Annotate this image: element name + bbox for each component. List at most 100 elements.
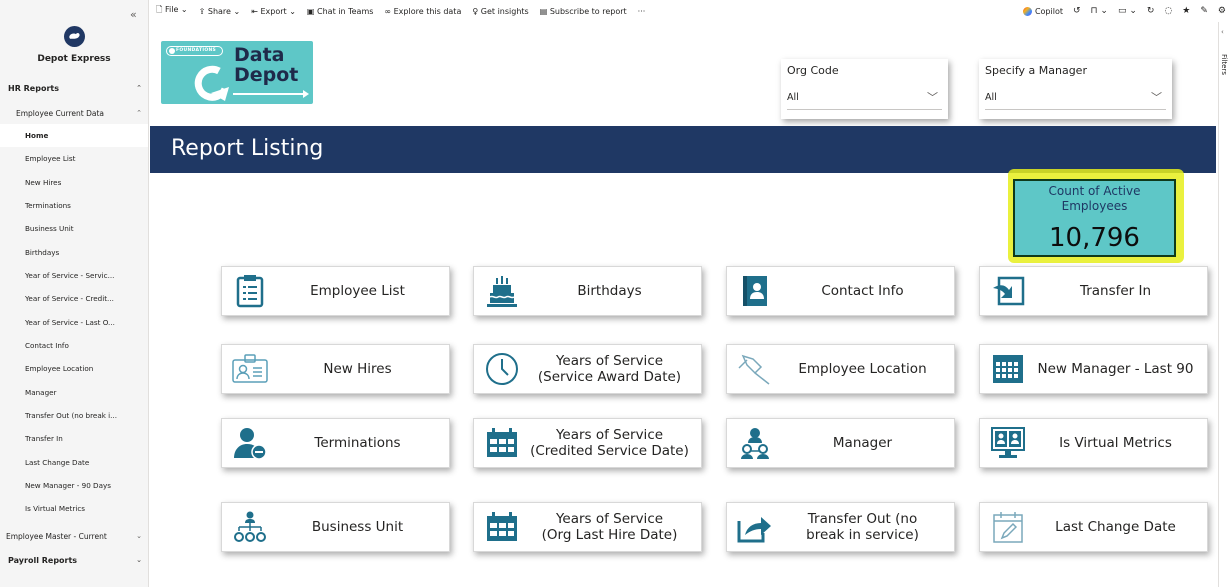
chevron-down-icon: ⌄ xyxy=(233,6,241,16)
chevron-down-icon: ⌄ xyxy=(180,5,188,14)
nav-item-business-unit[interactable]: Business Unit xyxy=(0,217,148,240)
tile-yos-service-award[interactable]: Years of Service (Service Award Date) xyxy=(473,344,702,394)
chat-in-teams-button[interactable]: ▣ Chat in Teams xyxy=(307,7,374,16)
tile-label: Manager xyxy=(832,435,893,451)
nav-item-new-hires[interactable]: New Hires xyxy=(0,171,148,194)
subscribe-button[interactable]: ▤ Subscribe to report xyxy=(540,7,627,16)
nav-item-yos-last[interactable]: Year of Service - Last O... xyxy=(0,311,148,334)
report-listing-banner: Report Listing xyxy=(150,126,1216,173)
tile-label: Years of Service (Credited Service Date) xyxy=(530,427,689,459)
tile-new-hires[interactable]: New Hires xyxy=(221,344,450,394)
nav-item-yos-credited[interactable]: Year of Service - Credit... xyxy=(0,287,148,310)
copilot-button[interactable]: Copilot xyxy=(1022,6,1063,16)
app-name: Depot Express xyxy=(37,54,111,64)
settings-icon[interactable]: ⚙ xyxy=(1218,6,1226,16)
collapse-nav-icon[interactable]: « xyxy=(130,8,137,21)
reset-icon[interactable]: ↺ xyxy=(1073,6,1081,16)
calendar-icon xyxy=(480,421,524,465)
tile-label: Business Unit xyxy=(311,519,404,535)
tile-yos-credited[interactable]: Years of Service (Credited Service Date) xyxy=(473,418,702,468)
foundations-badge: FOUNDATIONS xyxy=(166,46,223,56)
nav-item-transfer-out[interactable]: Transfer Out (no break i... xyxy=(0,404,148,427)
more-options-button[interactable]: ··· xyxy=(638,7,646,16)
cake-icon xyxy=(480,269,524,313)
nav-item-employee-location[interactable]: Employee Location xyxy=(0,357,148,380)
org-chart-icon xyxy=(228,505,272,549)
tile-label: Terminations xyxy=(314,435,401,451)
chevron-up-icon: ⌃ xyxy=(136,84,142,92)
chevron-down-icon: ⌄ xyxy=(136,532,142,540)
org-code-value: All xyxy=(787,92,799,103)
tile-new-manager[interactable]: New Manager - Last 90 xyxy=(979,344,1208,394)
expand-filters-icon[interactable]: ‹ xyxy=(1221,28,1224,36)
chevron-down-icon[interactable]: ﹀ xyxy=(1151,89,1162,105)
file-icon: 🗋 xyxy=(156,5,163,14)
nav-section-payroll-reports[interactable]: Payroll Reports ⌄ xyxy=(8,556,142,565)
export-menu[interactable]: ⇤ Export ⌄ xyxy=(251,7,296,16)
explore-data-button[interactable]: ∞ Explore this data xyxy=(384,7,461,16)
transfer-in-icon xyxy=(986,269,1030,313)
refresh-arrow-logo-icon xyxy=(194,65,309,101)
tile-label: Transfer Out (no break in service) xyxy=(806,511,919,543)
get-insights-button[interactable]: ♀ Get insights xyxy=(472,7,528,16)
manager-slicer[interactable]: Specify a Manager All ﹀ xyxy=(979,59,1172,119)
nav-item-manager[interactable]: Manager xyxy=(0,381,148,404)
chevron-down-icon: ⌄ xyxy=(289,6,296,16)
tile-is-virtual-metrics[interactable]: Is Virtual Metrics xyxy=(979,418,1208,468)
nav-section-employee-master[interactable]: Employee Master - Current ⌄ xyxy=(6,532,142,541)
nav-item-is-virtual[interactable]: Is Virtual Metrics xyxy=(0,497,148,520)
left-nav: « Depot Express HR Reports ⌃ Employee Cur… xyxy=(0,0,149,587)
tile-terminations[interactable]: Terminations xyxy=(221,418,450,468)
tile-employee-location[interactable]: Employee Location xyxy=(726,344,955,394)
copilot-icon xyxy=(1022,6,1032,16)
monitor-users-icon xyxy=(986,421,1030,465)
tile-last-change-date[interactable]: Last Change Date xyxy=(979,502,1208,552)
edit-pencil-icon[interactable]: ✎ xyxy=(1200,6,1208,16)
tile-birthdays[interactable]: Birthdays xyxy=(473,266,702,316)
nav-section-employee-current-data[interactable]: Employee Current Data ⌃ xyxy=(16,109,142,118)
tile-contact-info[interactable]: Contact Info xyxy=(726,266,955,316)
org-code-slicer[interactable]: Org Code All ﹀ xyxy=(781,59,948,119)
nav-item-birthdays[interactable]: Birthdays xyxy=(0,241,148,264)
tile-business-unit[interactable]: Business Unit xyxy=(221,502,450,552)
teams-icon: ▣ xyxy=(306,6,315,16)
share-menu[interactable]: ⇪ Share ⌄ xyxy=(199,7,241,16)
user-remove-icon xyxy=(228,421,272,465)
active-employees-card: Count of Active Employees 10,796 xyxy=(1013,179,1176,257)
bookmark-icon[interactable]: ⊓ ⌄ xyxy=(1091,6,1108,16)
nav-section-hr-reports[interactable]: HR Reports ⌃ xyxy=(8,84,142,93)
org-code-label: Org Code xyxy=(787,64,839,77)
file-menu[interactable]: 🗋 File ⌄ xyxy=(156,4,188,18)
tile-transfer-out[interactable]: Transfer Out (no break in service) xyxy=(726,502,955,552)
tile-transfer-in[interactable]: Transfer In xyxy=(979,266,1208,316)
refresh-icon[interactable]: ↻ xyxy=(1147,6,1155,16)
report-toolbar: 🗋 File ⌄ ⇪ Share ⌄ ⇤ Export ⌄ ▣ Chat in … xyxy=(150,0,1230,22)
filters-pane[interactable]: ‹ Filters xyxy=(1218,22,1230,587)
tile-label: Contact Info xyxy=(821,283,904,299)
calendar-edit-icon xyxy=(986,505,1030,549)
tile-label: Is Virtual Metrics xyxy=(1059,435,1172,451)
nav-item-last-change-date[interactable]: Last Change Date xyxy=(0,451,148,474)
view-icon[interactable]: ▭ ⌄ xyxy=(1118,6,1137,16)
chevron-down-icon[interactable]: ﹀ xyxy=(927,89,938,105)
nav-item-contact-info[interactable]: Contact Info xyxy=(0,334,148,357)
tile-employee-list[interactable]: Employee List xyxy=(221,266,450,316)
tile-manager[interactable]: Manager xyxy=(726,418,955,468)
nav-item-yos-service[interactable]: Year of Service - Servic... xyxy=(0,264,148,287)
nav-item-home[interactable]: Home xyxy=(0,124,148,147)
tile-label: Birthdays xyxy=(577,283,642,299)
nav-item-transfer-in[interactable]: Transfer In xyxy=(0,427,148,450)
favorite-star-icon[interactable]: ★ xyxy=(1182,6,1190,16)
comment-icon[interactable]: ◌ xyxy=(1164,6,1172,16)
calendar-icon xyxy=(480,505,524,549)
clock-icon xyxy=(480,347,524,391)
chevron-down-icon: ⌄ xyxy=(136,556,142,564)
nav-item-employee-list[interactable]: Employee List xyxy=(0,147,148,170)
tile-yos-org-last-hire[interactable]: Years of Service (Org Last Hire Date) xyxy=(473,502,702,552)
tile-label: Transfer In xyxy=(1079,283,1152,299)
app-logo xyxy=(64,26,85,47)
manager-icon xyxy=(733,421,777,465)
nav-item-new-manager[interactable]: New Manager - 90 Days xyxy=(0,474,148,497)
nav-item-terminations[interactable]: Terminations xyxy=(0,194,148,217)
map-pin-icon xyxy=(733,347,777,391)
